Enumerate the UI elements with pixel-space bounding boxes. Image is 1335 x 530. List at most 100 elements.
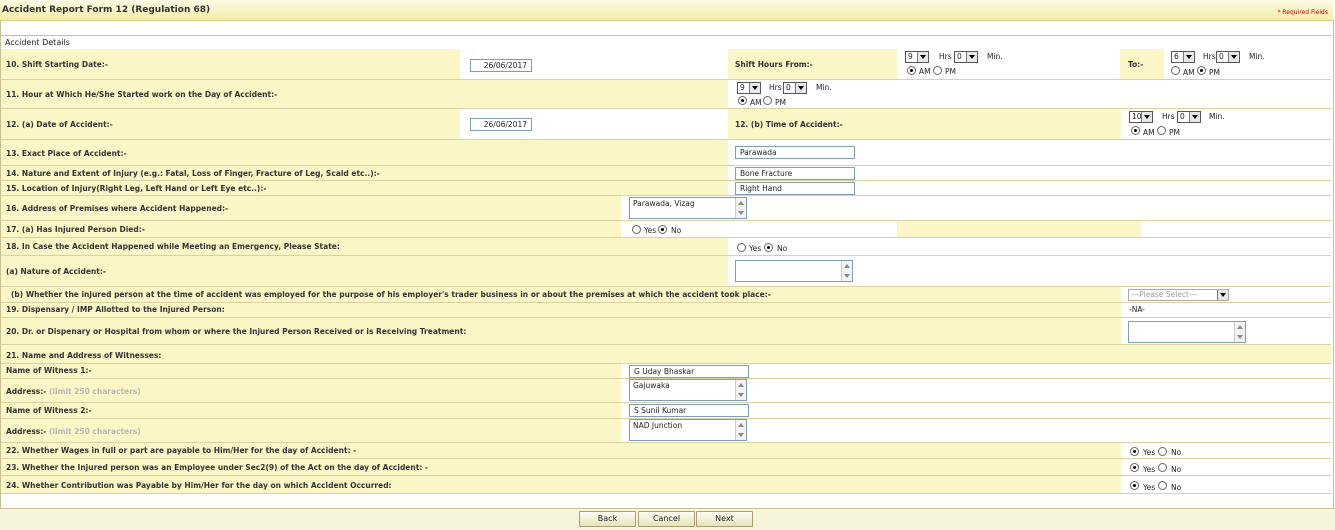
location-injury-input[interactable]: Right Hand <box>735 182 855 195</box>
doctor-textarea[interactable] <box>1128 321 1246 343</box>
witnesses-heading-label: 21. Name and Address of Witnesses: <box>6 351 162 360</box>
row-employer-trade: (b) Whether the injured person at the ti… <box>1 287 1331 303</box>
witness1-address-textarea[interactable]: Gajuwaka <box>629 379 747 401</box>
shift-from-am-label: AM <box>919 67 931 76</box>
date-of-accident-input[interactable]: 26/06/2017 <box>470 118 532 131</box>
time-of-accident-am-label: AM <box>1143 128 1155 137</box>
hour-started-min-select[interactable]: 0 <box>783 82 807 94</box>
person-died-yes-radio[interactable] <box>632 225 641 234</box>
dispensary-label: 19. Dispensary / IMP Allotted to the Inj… <box>6 305 225 314</box>
employee-sec2-no-radio[interactable] <box>1158 463 1167 472</box>
row-dispensary: 19. Dispensary / IMP Allotted to the Inj… <box>1 303 1331 318</box>
shift-to-am-radio[interactable] <box>1171 66 1180 75</box>
contribution-no-radio[interactable] <box>1158 481 1167 490</box>
time-of-accident-min-unit: Min. <box>1209 112 1225 121</box>
shift-from-pm-radio[interactable] <box>933 66 942 75</box>
back-button[interactable]: Back <box>579 511 636 527</box>
dispensary-value: -NA- <box>1129 305 1145 314</box>
witness2-address-textarea[interactable]: NAD Junction <box>629 419 747 441</box>
time-of-accident-am-radio[interactable] <box>1131 126 1140 135</box>
section-title: Accident Details <box>5 38 70 47</box>
wages-payable-label: 22. Whether Wages in full or part are pa… <box>6 446 357 455</box>
shift-from-hrs-select[interactable]: 9 <box>905 51 929 63</box>
wages-payable-yes-label: Yes <box>1143 448 1156 457</box>
person-died-yes-label: Yes <box>644 226 657 235</box>
shift-start-date-input[interactable]: 26/06/2017 <box>470 59 532 72</box>
shift-from-am-radio[interactable] <box>907 66 916 75</box>
cancel-button[interactable]: Cancel <box>638 511 695 527</box>
witness2-address-label: Address:- (limit 250 characters) <box>6 427 141 436</box>
shift-from-min-select[interactable]: 0 <box>954 51 978 63</box>
nature-accident-textarea[interactable] <box>735 260 853 282</box>
time-of-accident-hrs-select[interactable]: 10 <box>1129 111 1153 123</box>
shift-to-min-select[interactable]: 0 <box>1216 51 1240 63</box>
hour-started-am-radio[interactable] <box>738 96 747 105</box>
next-button[interactable]: Next <box>696 511 753 527</box>
witness1-name-input[interactable]: G Uday Bhaskar <box>629 365 749 378</box>
emergency-no-radio[interactable] <box>764 243 773 252</box>
contribution-label: 24. Whether Contribution was Payable by … <box>6 481 392 490</box>
date-of-accident-label: 12. (a) Date of Accident:- <box>6 120 113 129</box>
contribution-yes-label: Yes <box>1143 483 1156 492</box>
wages-payable-yes-radio[interactable] <box>1130 447 1139 456</box>
dispensary-cell <box>1121 303 1331 317</box>
shift-hours-to-label: To:- <box>1128 60 1144 69</box>
exact-place-input[interactable]: Parawada <box>735 146 855 159</box>
shift-to-pm-label: PM <box>1209 68 1220 77</box>
shift-to-pm-radio[interactable] <box>1197 66 1206 75</box>
row-exact-place: 13. Exact Place of Accident:- Parawada <box>1 140 1331 166</box>
employee-sec2-label: 23. Whether the Injured person was an Em… <box>6 463 429 472</box>
nature-injury-label: 14. Nature and Extent of Injury (e.g.: F… <box>6 169 380 178</box>
row-witness2-name: Name of Witness 2:- S Sunil Kumar <box>1 403 1331 419</box>
required-fields-note: * Required Fields <box>1277 9 1329 16</box>
row-witness1-address: Address:- (limit 250 characters) Gajuwak… <box>1 379 1331 403</box>
row-contribution: 24. Whether Contribution was Payable by … <box>1 476 1331 494</box>
person-died-label: 17. (a) Has Injured Person Died:- <box>6 225 145 234</box>
time-of-accident-min-select[interactable]: 0 <box>1177 111 1201 123</box>
emergency-yes-radio[interactable] <box>737 243 746 252</box>
address-premises-textarea[interactable]: Parawada, Vizag <box>629 197 747 219</box>
row-address-premises: 16. Address of Premises where Accident H… <box>1 196 1331 221</box>
wages-payable-no-radio[interactable] <box>1158 447 1167 456</box>
form-title: Accident Report Form 12 (Regulation 68) <box>2 5 211 15</box>
row-witnesses-heading: 21. Name and Address of Witnesses: <box>1 345 1331 364</box>
emergency-yes-label: Yes <box>749 244 762 253</box>
emergency-label: 18. In Case the Accident Happened while … <box>6 242 340 251</box>
person-died-no-radio[interactable] <box>658 225 667 234</box>
contribution-yes-radio[interactable] <box>1130 481 1139 490</box>
shift-to-hrs-select[interactable]: 6 <box>1171 51 1195 63</box>
row-doctor: 20. Dr. or Dispenary or Hospital from wh… <box>1 318 1331 345</box>
row-accident-date: 12. (a) Date of Accident:- 26/06/2017 12… <box>1 109 1331 140</box>
row-shift-start: 10. Shift Starting Date:- 26/06/2017 Shi… <box>1 49 1331 80</box>
row-nature-injury: 14. Nature and Extent of Injury (e.g.: F… <box>1 166 1331 181</box>
nature-injury-input[interactable]: Bone Fracture <box>735 167 855 180</box>
person-died-no-label: No <box>671 226 682 235</box>
hour-started-pm-radio[interactable] <box>763 96 772 105</box>
employer-trade-select[interactable]: ---Please Select--- <box>1128 289 1229 301</box>
witness2-address-hint: (limit 250 characters) <box>49 427 141 436</box>
person-died-blank-cell <box>1141 221 1331 237</box>
row-person-died: 17. (a) Has Injured Person Died:- Yes No <box>1 221 1331 238</box>
wages-payable-no-label: No <box>1171 448 1182 457</box>
hour-started-hrs-unit: Hrs <box>769 83 782 92</box>
shift-to-hrs-unit: Hrs <box>1203 52 1216 61</box>
time-of-accident-hrs-unit: Hrs <box>1162 112 1175 121</box>
shift-to-min-unit: Min. <box>1249 52 1265 61</box>
section-accident-details: Accident Details <box>1 35 1331 50</box>
row-employee-sec2: 23. Whether the Injured person was an Em… <box>1 459 1331 476</box>
row-witness2-address: Address:- (limit 250 characters) NAD Jun… <box>1 419 1331 443</box>
employee-sec2-yes-radio[interactable] <box>1130 463 1139 472</box>
emergency-no-label: No <box>777 244 788 253</box>
witness2-name-input[interactable]: S Sunil Kumar <box>629 404 749 417</box>
form-header: Accident Report Form 12 (Regulation 68) … <box>0 0 1333 21</box>
hour-started-pm-label: PM <box>775 98 786 107</box>
hour-started-hrs-select[interactable]: 9 <box>737 82 761 94</box>
time-of-accident-pm-radio[interactable] <box>1157 126 1166 135</box>
address-premises-label: 16. Address of Premises where Accident H… <box>6 204 229 213</box>
shift-from-pm-label: PM <box>945 67 956 76</box>
shift-to-am-label: AM <box>1183 68 1195 77</box>
row-hour-started: 11. Hour at Which He/She Started work on… <box>1 80 1331 109</box>
witness1-address-label: Address:- (limit 250 characters) <box>6 387 141 396</box>
row-location-injury: 15. Location of Injury(Right Leg, Left H… <box>1 181 1331 196</box>
shift-start-date-label: 10. Shift Starting Date:- <box>6 60 108 69</box>
